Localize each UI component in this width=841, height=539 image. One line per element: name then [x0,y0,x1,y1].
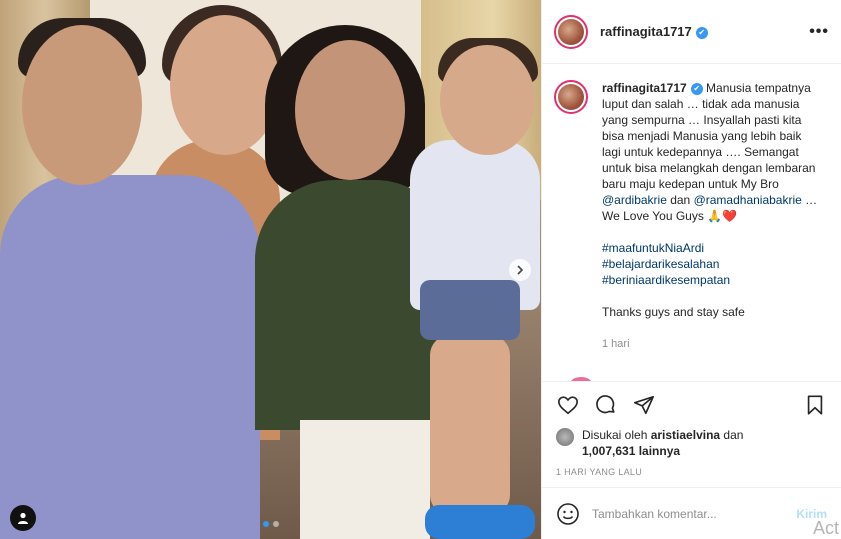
photo-person [430,335,510,515]
hashtag-link[interactable]: #maafuntukNiaArdi [602,240,822,256]
carousel-dot [263,521,269,527]
hashtag-link[interactable]: #beriniaardikesempatan [602,272,822,288]
carousel-dot [273,521,279,527]
avatar [570,377,592,381]
username-text[interactable]: raffinagita1717 [600,24,692,39]
photo-person [440,45,535,155]
caption-text-part: Manusia tempatnya luput dan salah … tida… [602,81,816,191]
photo-person [22,25,142,185]
user-tag-icon[interactable] [10,505,36,531]
add-comment-bar: Kirim [542,487,841,539]
verified-icon: ✔ [690,82,703,95]
hashtags: #maafuntukNiaArdi #belajardarikesalahan … [602,240,822,288]
likes-prefix: Disukai oleh [582,428,651,442]
more-options-icon[interactable]: ••• [809,23,829,41]
photo-person [420,280,520,340]
liker-username[interactable]: aristiaelvina [651,428,720,442]
share-icon[interactable] [632,393,656,417]
mention-link[interactable]: @ardibakrie [602,193,667,207]
avatar[interactable] [556,428,574,446]
photo-person [425,505,535,539]
caption-text-part: dan [666,193,694,207]
hashtag-link[interactable]: #belajardarikesalahan [602,256,822,272]
likes-count[interactable]: 1,007,631 lainnya [582,444,680,458]
likes-summary: Disukai oleh aristiaelvina dan 1,007,631… [542,427,841,459]
photo-person [295,40,405,180]
comment-input[interactable] [592,506,789,521]
caption: raffinagita1717 ✔ Manusia tempatnya luput… [554,80,829,352]
post-username[interactable]: raffinagita1717 ✔ [600,24,708,39]
post-photo[interactable] [0,0,541,539]
post-date: 1 HARI YANG LALU [556,467,642,477]
watermark-text: Act [812,518,839,538]
bookmark-icon[interactable] [803,393,827,417]
likes-mid: dan [720,428,744,442]
post-header: raffinagita1717 ✔ ••• [542,0,841,64]
mention-link[interactable]: @ramadhaniabakrie [694,193,802,207]
post-sidebar: raffinagita1717 ✔ ••• raffinagita1717 ✔ Ma… [541,0,841,539]
smiley-icon[interactable] [556,502,580,526]
caption-time: 1 hari [602,338,630,350]
carousel-dots [263,521,279,527]
photo-person [300,420,430,539]
photo-person [0,175,260,539]
avatar[interactable] [554,80,588,114]
caption-thanks: Thanks guys and stay safe [602,305,745,319]
verified-icon: ✔ [695,26,708,39]
caption-text: raffinagita1717 ✔ Manusia tempatnya luput… [602,80,822,352]
chevron-right-icon[interactable] [509,259,531,281]
comments-section: raffinagita1717 ✔ Manusia tempatnya luput… [542,64,841,381]
photo-person [170,15,280,155]
instagram-post: raffinagita1717 ✔ ••• raffinagita1717 ✔ Ma… [0,0,841,539]
comment-icon[interactable] [594,393,618,417]
heart-icon[interactable] [556,393,580,417]
likes-text: Disukai oleh aristiaelvina dan 1,007,631… [582,427,743,459]
caption-username[interactable]: raffinagita1717 [602,81,687,95]
avatar[interactable] [554,14,588,49]
action-bar [542,381,841,427]
